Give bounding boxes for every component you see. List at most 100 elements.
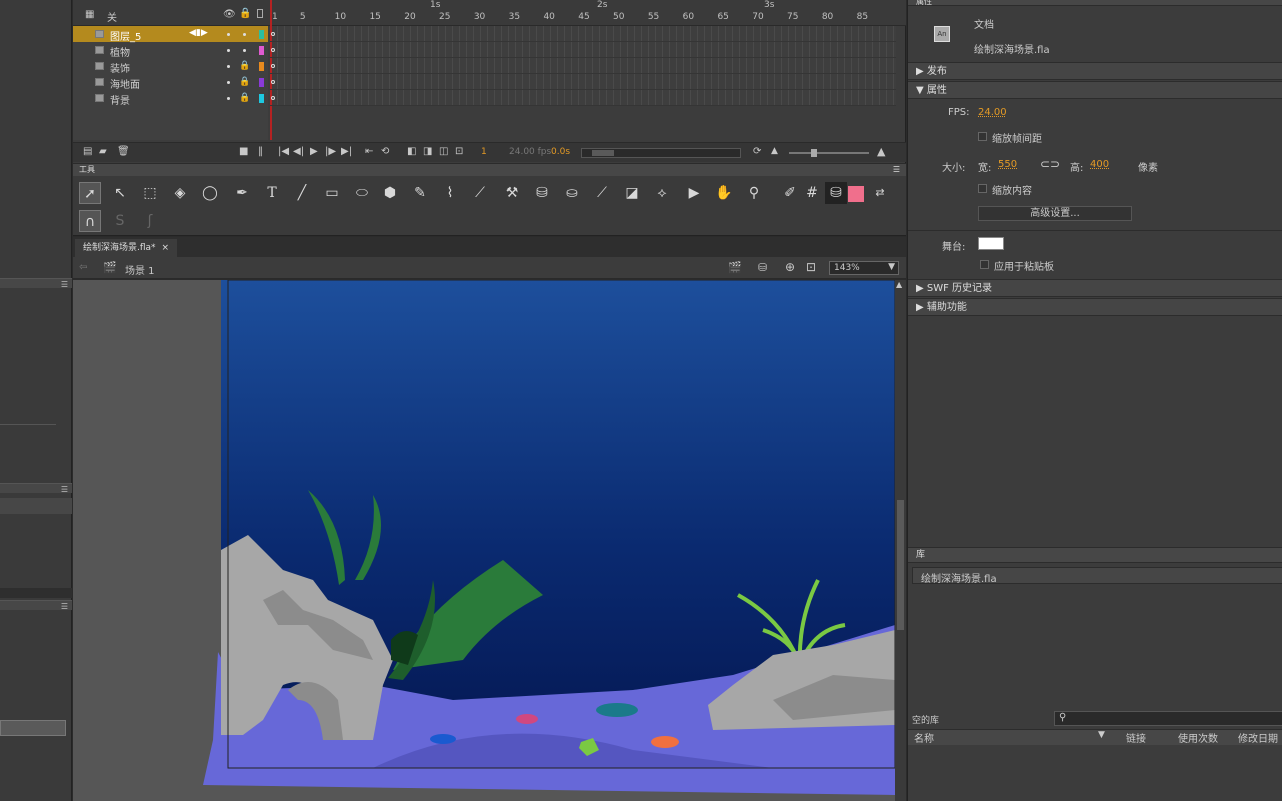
lock-icon[interactable]: 🔒 — [239, 77, 250, 87]
layer-color-swatch[interactable] — [259, 78, 264, 87]
stage-canvas[interactable] — [73, 280, 895, 801]
height-value[interactable]: 400 — [1090, 159, 1109, 170]
eye-icon[interactable]: 👁 — [223, 9, 236, 20]
frame-row[interactable] — [270, 90, 896, 106]
scale-span-checkbox[interactable] — [978, 132, 987, 141]
panel-menu-icon[interactable]: ☰ — [61, 485, 68, 494]
panel-menu-icon[interactable]: ☰ — [61, 602, 68, 611]
sort-down-icon[interactable]: ▼ — [1098, 730, 1105, 740]
width-value[interactable]: 550 — [998, 159, 1017, 170]
back-arrow-icon[interactable]: ⇦ — [79, 262, 87, 273]
eyedropper-tool-icon[interactable]: ⟋ — [591, 182, 613, 204]
trash-icon[interactable]: 🗑 — [117, 146, 130, 157]
selection-tool-icon[interactable]: ➚ — [79, 182, 101, 204]
column-linkage[interactable]: 链接 — [1126, 730, 1146, 745]
current-frame-value[interactable]: 1 — [481, 147, 487, 157]
new-folder-icon[interactable]: ▰ — [99, 146, 107, 157]
stroke-pencil-icon[interactable]: ✐ — [779, 182, 801, 204]
fill-color-swatch[interactable] — [848, 186, 864, 202]
layer-name[interactable]: 海地面 — [110, 76, 140, 91]
left-panel-input[interactable] — [0, 720, 66, 736]
onion-outline-icon[interactable]: ◨ — [423, 146, 432, 157]
paint-bucket-tool-icon[interactable]: ⛁ — [531, 182, 553, 204]
lock-dot[interactable] — [243, 33, 246, 36]
zoom-in-icon[interactable]: ▲ — [877, 145, 885, 158]
ink-bottle-tool-icon[interactable]: ⛀ — [561, 182, 583, 204]
reset-zoom-icon[interactable]: ⟳ — [753, 146, 761, 157]
layer-row[interactable]: 图层_5 ◀▮▶ — [73, 26, 268, 43]
visibility-dot[interactable] — [227, 65, 230, 68]
visibility-dot[interactable] — [227, 49, 230, 52]
pebble-teal[interactable] — [596, 703, 638, 717]
onion-skin-icon[interactable]: ◧ — [407, 146, 416, 157]
properties-section[interactable]: ▼ 属性 — [908, 81, 1282, 99]
visibility-dot[interactable] — [227, 81, 230, 84]
column-use-count[interactable]: 使用次数 — [1178, 730, 1218, 745]
vscroll-thumb[interactable] — [897, 500, 904, 630]
center-stage-icon[interactable]: ⊕ — [785, 260, 795, 274]
paint-brush-tool-icon[interactable]: ⌇ — [439, 182, 461, 204]
oval-tool-icon[interactable]: ⬭ — [351, 182, 373, 204]
layer-color-swatch[interactable] — [259, 30, 264, 39]
accessibility-section[interactable]: ▶ 辅助功能 — [908, 298, 1282, 316]
zoom-tool-icon[interactable]: ⚲ — [743, 182, 765, 204]
keyframe-icon[interactable] — [271, 32, 275, 36]
scene-label[interactable]: 场景 1 — [125, 262, 155, 277]
swf-history-section[interactable]: ▶ SWF 历史记录 — [908, 279, 1282, 297]
left-panel-scrollbar[interactable] — [0, 588, 72, 598]
frame-row[interactable] — [270, 58, 896, 74]
zoom-out-icon[interactable]: ▲ — [771, 146, 778, 156]
frame-row[interactable] — [270, 74, 896, 90]
document-tab[interactable]: 绘制深海场景.fla* × — [75, 239, 178, 257]
lock-icon[interactable]: 🔒 — [239, 93, 250, 103]
stage-pasteboard[interactable] — [73, 280, 895, 801]
clip-stage-icon[interactable]: ⊡ — [806, 260, 816, 274]
new-layer-icon[interactable]: ▤ — [83, 146, 92, 157]
zoom-slider-thumb[interactable] — [811, 149, 817, 157]
time-display[interactable]: 0.0s — [551, 147, 570, 157]
pen-tool-icon[interactable]: ✒ — [231, 182, 253, 204]
lock-icon[interactable]: 🔒 — [239, 61, 250, 71]
loop-icon[interactable]: ⟲ — [381, 146, 389, 157]
lock-icon[interactable]: 🔒 — [239, 8, 251, 19]
layer-name[interactable]: 植物 — [110, 44, 130, 59]
panel-menu-icon[interactable]: ☰ — [893, 164, 900, 176]
snap-to-objects-icon[interactable]: ∩ — [79, 210, 101, 232]
close-icon[interactable]: × — [162, 243, 170, 253]
column-name[interactable]: 名称 — [914, 730, 934, 745]
panel-menu-icon[interactable]: ☰ — [61, 280, 68, 289]
line-tool-icon[interactable]: ╱ — [291, 182, 313, 204]
edit-scene-icon[interactable]: 🎬 — [728, 261, 742, 274]
fps-value[interactable]: 24.00 — [978, 107, 1007, 118]
free-transform-tool-icon[interactable]: ⬚ — [139, 182, 161, 204]
edit-multiple-icon[interactable]: ◫ — [439, 146, 448, 157]
timeline-hscroll[interactable] — [581, 148, 741, 158]
frame-row[interactable] — [270, 26, 896, 42]
advanced-settings-button[interactable]: 高级设置... — [978, 206, 1132, 221]
subselection-tool-icon[interactable]: ↖ — [109, 182, 131, 204]
scroll-up-icon[interactable]: ▲ — [896, 280, 902, 289]
layer-name[interactable]: 装饰 — [110, 60, 130, 75]
pebble-blue[interactable] — [430, 734, 456, 744]
stage-vscroll[interactable]: ▲ — [895, 280, 906, 801]
hand-tool-icon[interactable]: ✋ — [713, 182, 735, 204]
publish-section[interactable]: ▶ 发布 — [908, 62, 1282, 80]
keyframe-icon[interactable] — [271, 64, 275, 68]
lasso-tool-icon[interactable]: ◯ — [199, 182, 221, 204]
layer-name[interactable]: 图层_5 — [110, 28, 141, 43]
edit-symbols-icon[interactable]: ⛁ — [758, 261, 767, 274]
brush-tool-icon[interactable]: ⟋ — [469, 182, 491, 204]
apply-paste-checkbox[interactable] — [980, 260, 989, 269]
left-panel-header[interactable]: ☰ — [0, 278, 72, 289]
3d-rotation-tool-icon[interactable]: ◈ — [169, 182, 191, 204]
visibility-dot[interactable] — [227, 97, 230, 100]
prev-frame-icon[interactable]: ◀| — [293, 146, 304, 157]
grid-icon[interactable]: # — [801, 182, 823, 204]
left-panel-header-2[interactable]: ☰ — [0, 483, 72, 494]
scale-content-checkbox[interactable] — [978, 184, 987, 193]
pebble-orange[interactable] — [651, 736, 679, 748]
library-document-select[interactable]: 绘制深海场景.fla — [912, 567, 1282, 585]
link-icon[interactable]: ⊂⊃ — [1040, 157, 1060, 171]
play-icon[interactable]: ▶ — [310, 146, 318, 157]
keyframe-icon[interactable] — [271, 80, 275, 84]
